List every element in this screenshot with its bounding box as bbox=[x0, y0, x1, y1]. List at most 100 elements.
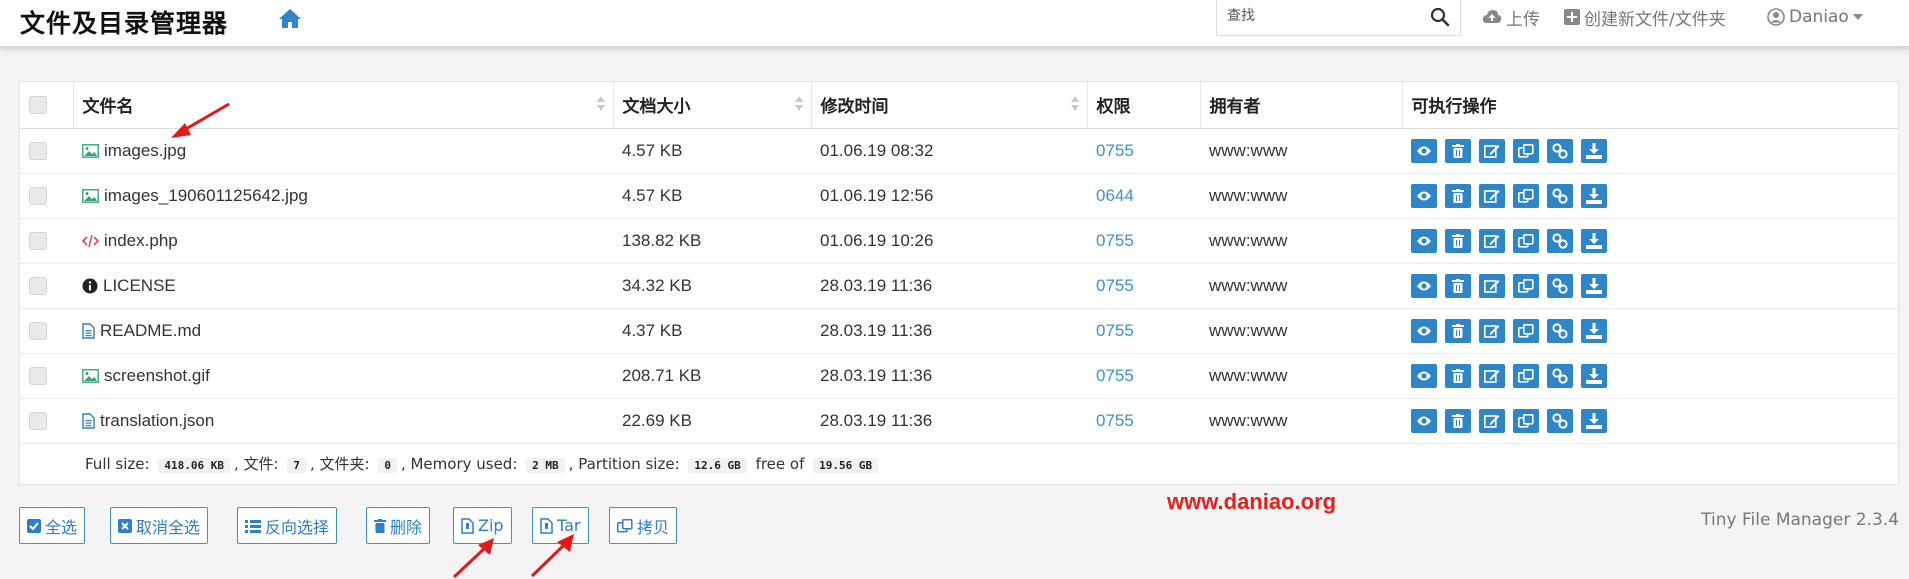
perms-link[interactable]: 0755 bbox=[1096, 231, 1134, 250]
perms-cell[interactable]: 0755 bbox=[1087, 308, 1200, 354]
file-name[interactable]: images_190601125642.jpg bbox=[104, 186, 308, 206]
eye-button[interactable] bbox=[1411, 228, 1437, 253]
perms-link[interactable]: 0755 bbox=[1096, 411, 1134, 430]
row-select-cell[interactable] bbox=[20, 218, 73, 264]
search-input[interactable] bbox=[1227, 6, 1417, 26]
trash-button[interactable] bbox=[1445, 228, 1471, 253]
filename-cell[interactable]: screenshot.gif bbox=[73, 353, 613, 399]
file-name[interactable]: index.php bbox=[104, 231, 178, 251]
table-row[interactable]: screenshot.gif 208.71 KB 28.03.19 11:36 … bbox=[20, 353, 1898, 399]
perms-cell[interactable]: 0644 bbox=[1087, 173, 1200, 219]
edit-button[interactable] bbox=[1479, 318, 1505, 343]
edit-button[interactable] bbox=[1479, 183, 1505, 208]
table-row[interactable]: LICENSE 34.32 KB 28.03.19 11:36 0755 www… bbox=[20, 263, 1898, 309]
link-button[interactable] bbox=[1547, 138, 1573, 163]
download-button[interactable] bbox=[1581, 228, 1607, 253]
perms-cell[interactable]: 0755 bbox=[1087, 353, 1200, 399]
app-title[interactable]: 文件及目录管理器 bbox=[20, 4, 228, 40]
eye-button[interactable] bbox=[1411, 408, 1437, 433]
row-checkbox[interactable] bbox=[29, 187, 47, 206]
filename-cell[interactable]: README.md bbox=[73, 308, 613, 354]
col-name[interactable]: 文件名 bbox=[73, 82, 614, 129]
eye-button[interactable] bbox=[1411, 363, 1437, 388]
link-button[interactable] bbox=[1547, 408, 1573, 433]
eye-button[interactable] bbox=[1411, 318, 1437, 343]
copy-button[interactable] bbox=[1513, 273, 1539, 298]
trash-button[interactable] bbox=[1445, 408, 1471, 433]
trash-button[interactable] bbox=[1445, 273, 1471, 298]
user-menu[interactable]: Daniao bbox=[1767, 6, 1863, 28]
edit-button[interactable] bbox=[1479, 408, 1505, 433]
perms-cell[interactable]: 0755 bbox=[1087, 218, 1200, 264]
download-button[interactable] bbox=[1581, 273, 1607, 298]
download-button[interactable] bbox=[1581, 138, 1607, 163]
row-select-cell[interactable] bbox=[20, 173, 73, 219]
row-select-cell[interactable] bbox=[20, 263, 73, 309]
copy-button[interactable] bbox=[1513, 408, 1539, 433]
select-all-button[interactable]: 全选 bbox=[19, 507, 86, 544]
eye-button[interactable] bbox=[1411, 183, 1437, 208]
row-checkbox[interactable] bbox=[29, 322, 47, 341]
download-button[interactable] bbox=[1581, 318, 1607, 343]
select-all-header[interactable] bbox=[20, 82, 74, 129]
file-name[interactable]: images.jpg bbox=[104, 141, 186, 161]
row-checkbox[interactable] bbox=[29, 142, 47, 161]
download-button[interactable] bbox=[1581, 183, 1607, 208]
eye-button[interactable] bbox=[1411, 138, 1437, 163]
filename-cell[interactable]: images.jpg bbox=[73, 128, 613, 174]
perms-cell[interactable]: 0755 bbox=[1087, 128, 1200, 174]
delete-button[interactable]: 删除 bbox=[366, 507, 431, 544]
copy-button[interactable] bbox=[1513, 228, 1539, 253]
perms-link[interactable]: 0755 bbox=[1096, 321, 1134, 340]
file-name[interactable]: README.md bbox=[100, 321, 201, 341]
perms-link[interactable]: 0644 bbox=[1096, 186, 1134, 205]
table-row[interactable]: README.md 4.37 KB 28.03.19 11:36 0755 ww… bbox=[20, 308, 1898, 354]
eye-button[interactable] bbox=[1411, 273, 1437, 298]
trash-button[interactable] bbox=[1445, 318, 1471, 343]
link-button[interactable] bbox=[1547, 183, 1573, 208]
copy-button[interactable]: 拷贝 bbox=[609, 507, 678, 544]
row-select-cell[interactable] bbox=[20, 353, 73, 399]
table-row[interactable]: index.php 138.82 KB 01.06.19 10:26 0755 … bbox=[20, 218, 1898, 264]
row-checkbox[interactable] bbox=[29, 277, 47, 296]
search-icon[interactable] bbox=[1430, 7, 1450, 27]
row-checkbox[interactable] bbox=[29, 412, 47, 431]
perms-cell[interactable]: 0755 bbox=[1087, 263, 1200, 309]
upload-link[interactable]: 上传 bbox=[1482, 6, 1540, 30]
copy-button[interactable] bbox=[1513, 363, 1539, 388]
home-icon[interactable] bbox=[278, 7, 302, 29]
copy-button[interactable] bbox=[1513, 318, 1539, 343]
row-select-cell[interactable] bbox=[20, 398, 73, 444]
copy-button[interactable] bbox=[1513, 138, 1539, 163]
edit-button[interactable] bbox=[1479, 273, 1505, 298]
edit-button[interactable] bbox=[1479, 363, 1505, 388]
row-checkbox[interactable] bbox=[29, 232, 47, 251]
trash-button[interactable] bbox=[1445, 138, 1471, 163]
trash-button[interactable] bbox=[1445, 363, 1471, 388]
col-modified[interactable]: 修改时间 bbox=[811, 82, 1088, 129]
row-select-cell[interactable] bbox=[20, 308, 73, 354]
download-button[interactable] bbox=[1581, 363, 1607, 388]
link-button[interactable] bbox=[1547, 228, 1573, 253]
trash-button[interactable] bbox=[1445, 183, 1471, 208]
download-button[interactable] bbox=[1581, 408, 1607, 433]
perms-cell[interactable]: 0755 bbox=[1087, 398, 1200, 444]
header-checkbox[interactable] bbox=[29, 95, 47, 114]
unselect-all-button[interactable]: 取消全选 bbox=[110, 507, 209, 544]
row-select-cell[interactable] bbox=[20, 128, 73, 174]
edit-button[interactable] bbox=[1479, 228, 1505, 253]
link-button[interactable] bbox=[1547, 318, 1573, 343]
filename-cell[interactable]: images_190601125642.jpg bbox=[73, 173, 613, 219]
row-checkbox[interactable] bbox=[29, 367, 47, 386]
link-button[interactable] bbox=[1547, 273, 1573, 298]
link-button[interactable] bbox=[1547, 363, 1573, 388]
create-new-link[interactable]: 创建新文件/文件夹 bbox=[1564, 6, 1726, 30]
filename-cell[interactable]: LICENSE bbox=[73, 263, 613, 309]
file-name[interactable]: screenshot.gif bbox=[104, 366, 210, 386]
table-row[interactable]: images.jpg 4.57 KB 01.06.19 08:32 0755 w… bbox=[20, 128, 1898, 174]
perms-link[interactable]: 0755 bbox=[1096, 276, 1134, 295]
file-name[interactable]: LICENSE bbox=[103, 276, 176, 296]
copy-button[interactable] bbox=[1513, 183, 1539, 208]
table-row[interactable]: images_190601125642.jpg 4.57 KB 01.06.19… bbox=[20, 173, 1898, 219]
file-name[interactable]: translation.json bbox=[100, 411, 214, 431]
